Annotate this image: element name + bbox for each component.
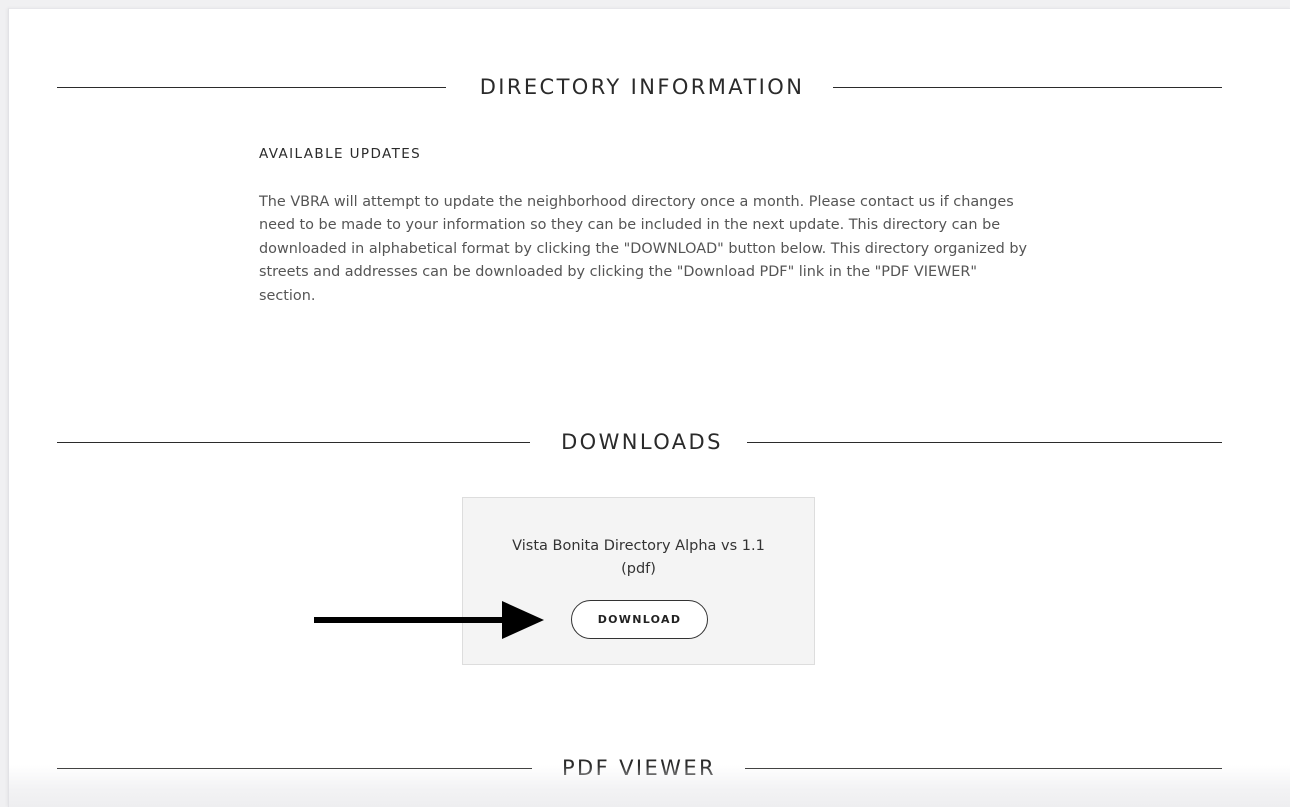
section-heading-pdf-viewer: PDF VIEWER (57, 753, 1222, 783)
arrow-shaft (314, 617, 504, 623)
page-frame: DIRECTORY INFORMATION AVAILABLE UPDATES … (8, 8, 1290, 807)
available-updates-subheading: AVAILABLE UPDATES (259, 146, 422, 162)
arrow-head (502, 601, 544, 639)
download-card-title: Vista Bonita Directory Alpha vs 1.1 (pdf… (512, 538, 765, 577)
download-button-label: DOWNLOAD (597, 613, 682, 626)
section-heading-directory-information: DIRECTORY INFORMATION (57, 72, 1222, 102)
section-title-directory-information: DIRECTORY INFORMATION (479, 75, 805, 99)
heading-rule-right (745, 768, 1222, 769)
section-title-downloads: DOWNLOADS (561, 430, 723, 454)
download-button[interactable]: DOWNLOAD (571, 600, 708, 639)
section-title-pdf-viewer: PDF VIEWER (561, 756, 717, 780)
heading-rule-right (747, 442, 1222, 443)
heading-rule-right (833, 87, 1222, 88)
right-arrow-icon (314, 601, 544, 639)
heading-rule-left (57, 87, 446, 88)
directory-info-paragraph: The VBRA will attempt to update the neig… (259, 194, 1028, 304)
section-heading-downloads: DOWNLOADS (57, 427, 1222, 457)
heading-rule-left (57, 442, 530, 443)
heading-rule-left (57, 768, 532, 769)
